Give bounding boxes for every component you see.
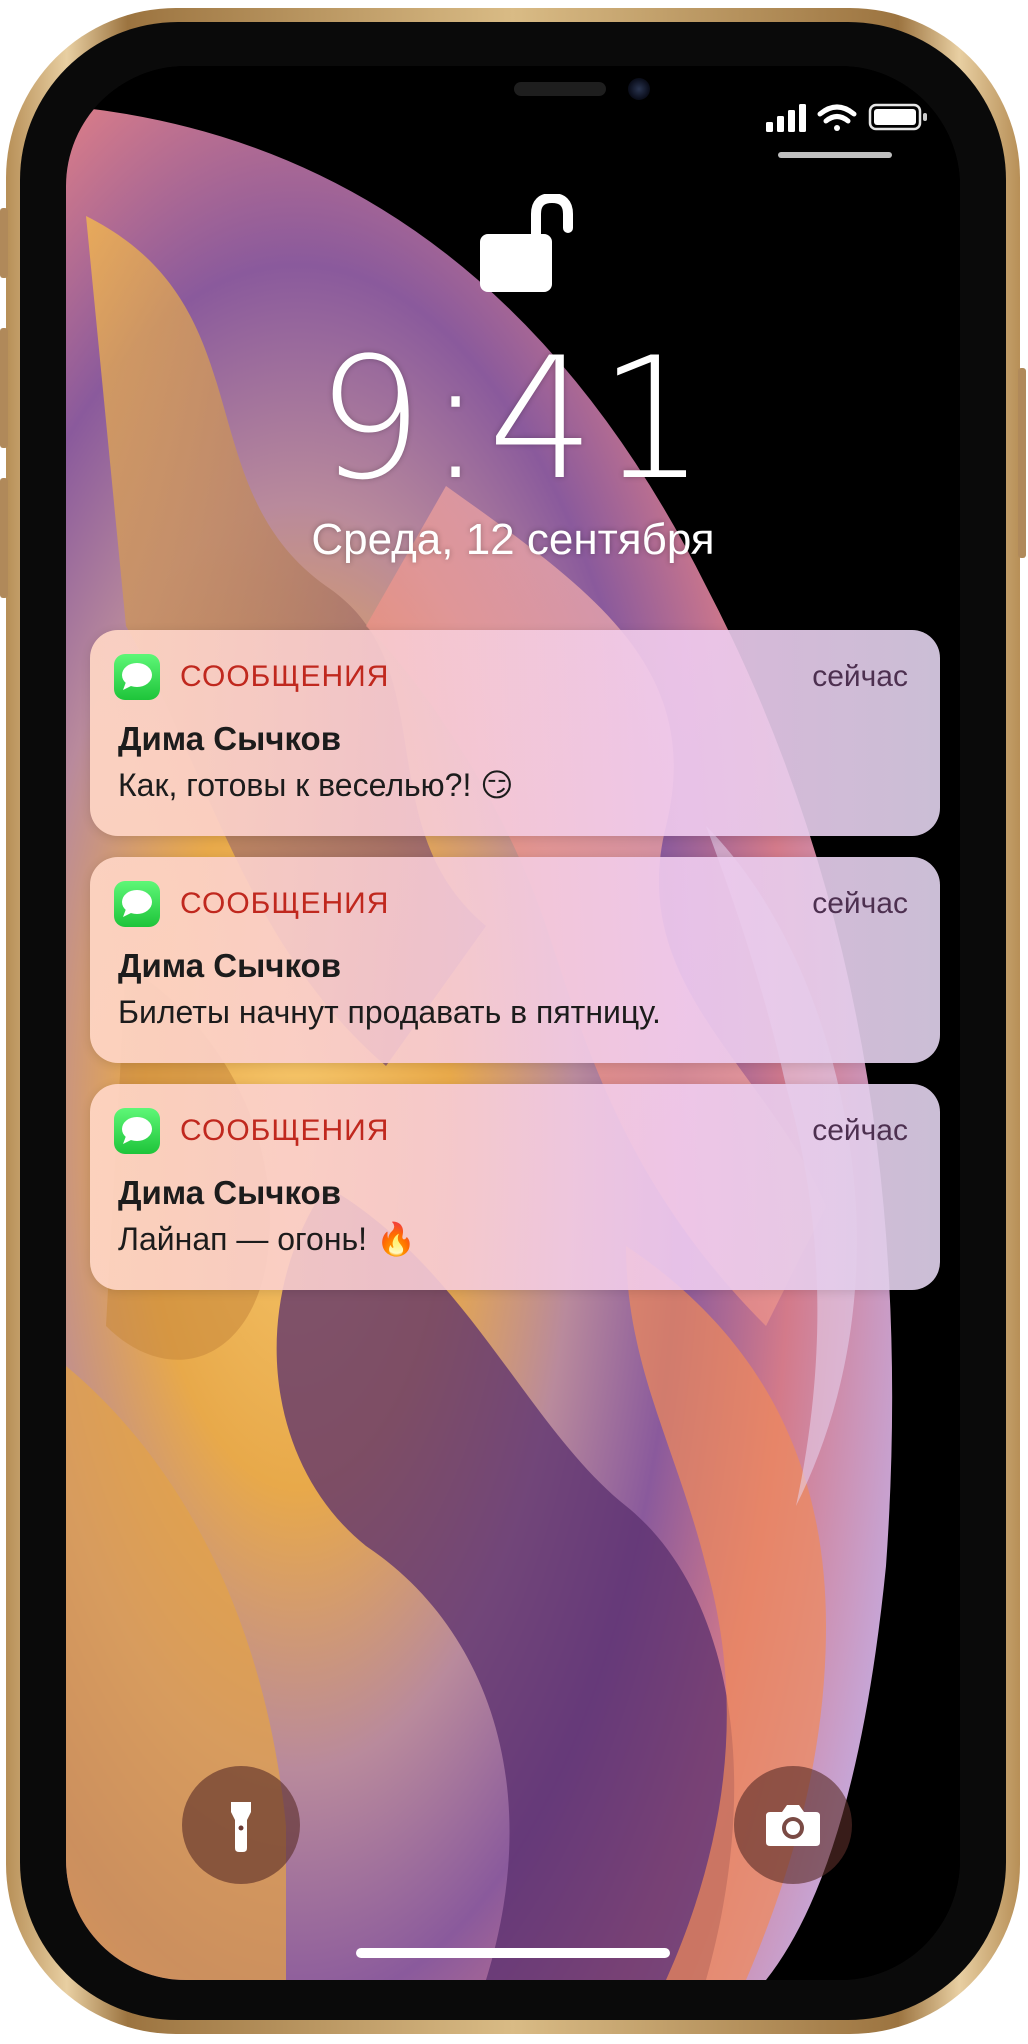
home-indicator[interactable] — [356, 1948, 670, 1958]
camera-icon — [766, 1805, 820, 1846]
battery-icon — [868, 103, 927, 131]
messages-app-icon — [114, 881, 160, 927]
notification-app-name: СООБЩЕНИЯ — [180, 660, 390, 693]
notification-sender: Дима Сычков — [118, 947, 341, 984]
wifi-icon — [817, 104, 857, 131]
notification-card[interactable]: СООБЩЕНИЯ сейчас Дима Сычков Как, готовы… — [90, 630, 940, 836]
flashlight-icon — [231, 1802, 251, 1852]
front-camera — [628, 78, 650, 100]
mute-switch — [0, 208, 8, 278]
notification-card[interactable]: СООБЩЕНИЯ сейчас Дима Сычков Билеты начн… — [90, 857, 940, 1063]
camera-button[interactable] — [734, 1766, 852, 1884]
side-button — [1018, 368, 1026, 558]
lock-screen-time: 9:41 — [316, 321, 710, 517]
notification-message: Билеты начнут продавать в пятницу. — [118, 994, 661, 1030]
flashlight-button[interactable] — [182, 1766, 300, 1884]
notification-time: сейчас — [812, 887, 908, 920]
notification-message: Как, готовы к веселью?! 😏 — [118, 767, 514, 803]
cellular-signal-icon — [766, 104, 806, 132]
control-center-indicator[interactable] — [778, 152, 892, 158]
notification-message: Лайнап — огонь! 🔥 — [118, 1221, 416, 1257]
notification-sender: Дима Сычков — [118, 720, 341, 757]
notification-app-name: СООБЩЕНИЯ — [180, 887, 390, 920]
earpiece-speaker — [514, 82, 606, 96]
notification-time: сейчас — [812, 660, 908, 693]
volume-up-button — [0, 328, 8, 448]
lock-screen-date: Среда, 12 сентября — [311, 515, 715, 564]
notification-app-name: СООБЩЕНИЯ — [180, 1114, 390, 1147]
notification-card[interactable]: СООБЩЕНИЯ сейчас Дима Сычков Лайнап — ог… — [90, 1084, 940, 1290]
notch — [306, 66, 720, 134]
unlocked-padlock-icon — [480, 194, 573, 292]
notification-list: СООБЩЕНИЯ сейчас Дима Сычков Как, готовы… — [90, 630, 940, 1311]
messages-app-icon — [114, 654, 160, 700]
volume-down-button — [0, 478, 8, 598]
lock-screen: 9:41 Среда, 12 сентября СООБЩЕНИЯ сейчас… — [66, 66, 960, 1980]
notification-sender: Дима Сычков — [118, 1174, 341, 1211]
messages-app-icon — [114, 1108, 160, 1154]
status-bar — [766, 98, 936, 138]
notification-time: сейчас — [812, 1114, 908, 1147]
